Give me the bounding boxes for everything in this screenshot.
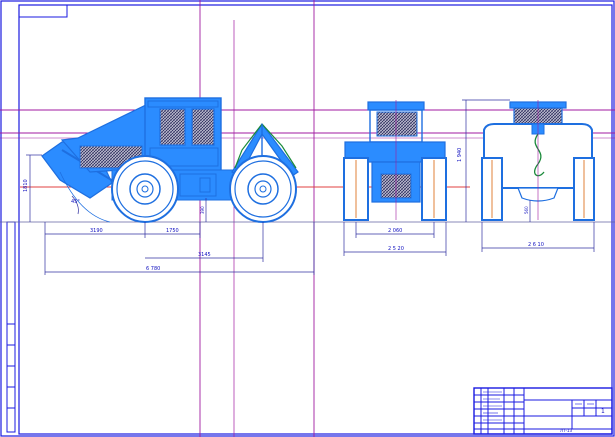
dim-blade-to-front-axle: 3190 — [90, 228, 103, 234]
dim-blade-angle: 45° — [71, 199, 80, 205]
title-block-sheet-number: 1 — [601, 408, 605, 415]
dim-rear-total-height: 1 940 — [457, 148, 463, 162]
outer-border — [0, 0, 615, 437]
rear-wheel — [229, 155, 297, 223]
rear-view: 1 940 560 2 6 10 — [457, 99, 595, 252]
left-margin-strip — [6, 221, 16, 433]
title-block-stamp-note: ЛТ-13 — [560, 428, 572, 433]
front-windshield — [376, 111, 418, 137]
side-view: 1810 45° 3190 1750 3145 6 780 390 — [23, 97, 315, 275]
dim-overall-length: 6 780 — [146, 266, 160, 272]
dim-front-total-width: 2 5 20 — [388, 246, 404, 252]
dim-ground-clearance: 390 — [200, 206, 205, 214]
inner-frame — [18, 4, 613, 435]
construction-lines — [0, 0, 615, 437]
front-view: 2 060 2 5 20 — [343, 100, 447, 256]
cab-window-front — [159, 108, 186, 146]
drawing-sheet: 1810 45° 3190 1750 3145 6 780 390 2 060 … — [0, 0, 615, 437]
dim-wheelbase: 3145 — [198, 252, 211, 258]
front-wheel — [111, 155, 179, 223]
dim-front-overhang: 1750 — [166, 228, 179, 234]
dim-side-height: 1810 — [23, 179, 29, 192]
dim-rear-clearance: 560 — [524, 206, 529, 214]
title-block — [473, 387, 613, 435]
dim-rear-total-width: 2 6 10 — [528, 242, 544, 248]
dim-front-track: 2 060 — [388, 228, 402, 234]
top-left-designation-box — [18, 4, 68, 18]
cab-window-rear — [191, 108, 215, 146]
